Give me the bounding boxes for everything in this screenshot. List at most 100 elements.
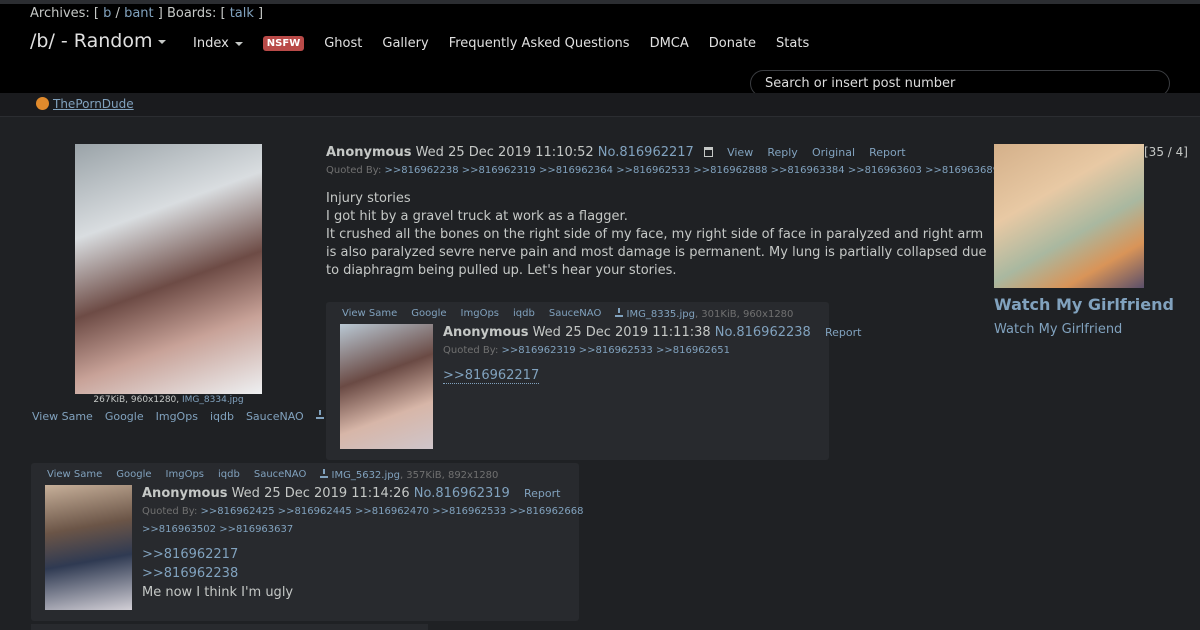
- reply1-tool-saucenao[interactable]: SauceNAO: [549, 308, 601, 320]
- nav-gallery[interactable]: Gallery: [382, 36, 428, 51]
- reply2-tool-imgops[interactable]: ImgOps: [166, 469, 204, 481]
- quote-link[interactable]: >>816962319: [462, 165, 536, 176]
- reply1-tool-imgops[interactable]: ImgOps: [461, 308, 499, 320]
- reply2-tool-view-same[interactable]: View Same: [47, 469, 102, 481]
- op-tool-google[interactable]: Google: [105, 410, 144, 423]
- reply1-tool-google[interactable]: Google: [411, 308, 446, 320]
- nav-index[interactable]: Index: [193, 36, 243, 51]
- quote-link[interactable]: >>816962238: [385, 165, 459, 176]
- quote-link[interactable]: >>816962470: [355, 506, 429, 517]
- nav-faq[interactable]: Frequently Asked Questions: [449, 36, 630, 51]
- ad-bar: ThePornDude: [0, 93, 1200, 117]
- reply1-tool-iqdb[interactable]: iqdb: [513, 308, 535, 320]
- op-filename-link[interactable]: IMG_8334.jpg: [182, 395, 244, 405]
- board-link-talk[interactable]: talk: [230, 6, 254, 21]
- reply1-image-tools: View Same Google ImgOps iqdb SauceNAO IM…: [342, 308, 794, 320]
- quote-link[interactable]: >>816962533: [432, 506, 506, 517]
- quote-link[interactable]: >>816962425: [201, 506, 275, 517]
- op-tool-saucenao[interactable]: SauceNAO: [246, 410, 304, 423]
- op-action-view[interactable]: View: [727, 146, 753, 159]
- quote-link[interactable]: >>816962888: [693, 165, 767, 176]
- poster-name: Anonymous: [443, 325, 529, 340]
- post-number[interactable]: No.816962319: [414, 486, 510, 501]
- reply1-thumbnail[interactable]: [340, 324, 433, 449]
- main-nav: Index NSFW Ghost Gallery Frequently Aske…: [193, 36, 809, 51]
- poster-name: Anonymous: [142, 486, 228, 501]
- op-thumbnail[interactable]: [75, 144, 262, 394]
- nav-ghost[interactable]: Ghost: [324, 36, 362, 51]
- reply2-text: Me now I think I'm ugly: [142, 585, 294, 600]
- op-image-tools: View Same Google ImgOps iqdb SauceNAO: [32, 410, 324, 423]
- nav-donate[interactable]: Donate: [709, 36, 756, 51]
- reply1-tool-view-same[interactable]: View Same: [342, 308, 397, 320]
- reply-post-816962238: View Same Google ImgOps iqdb SauceNAO IM…: [326, 302, 861, 460]
- op-fileinfo: 267KiB, 960x1280, IMG_8334.jpg: [93, 395, 244, 405]
- quote-link[interactable]: >>816962533: [579, 345, 653, 356]
- op-quoted-by: Quoted By: >>816962238 >>816962319 >>816…: [326, 165, 1000, 176]
- quote-link[interactable]: >>816963384: [771, 165, 845, 176]
- top-ad-link[interactable]: ThePornDude: [36, 97, 134, 111]
- op-text-line: It crushed all the bones on the right si…: [326, 227, 987, 278]
- post-number[interactable]: No.816962238: [715, 325, 811, 340]
- side-ad-subtitle[interactable]: Watch My Girlfriend: [994, 322, 1122, 337]
- reply2-header: Anonymous Wed 25 Dec 2019 11:14:26 No.81…: [142, 486, 560, 501]
- quote-link[interactable]: >>816962445: [278, 506, 352, 517]
- op-body: Injury stories I got hit by a gravel tru…: [326, 190, 991, 280]
- next-reply-stub: [31, 624, 428, 630]
- reply2-filename-link[interactable]: IMG_5632.jpg: [332, 470, 400, 481]
- reply2-tool-google[interactable]: Google: [116, 469, 151, 481]
- archive-link-bant[interactable]: bant: [124, 6, 154, 21]
- download-icon[interactable]: [315, 410, 324, 419]
- nav-stats[interactable]: Stats: [776, 36, 809, 51]
- side-ad-title[interactable]: Watch My Girlfriend: [994, 295, 1174, 314]
- post-date: Wed 25 Dec 2019 11:11:38: [532, 325, 711, 340]
- reply2-tool-iqdb[interactable]: iqdb: [218, 469, 240, 481]
- op-text-line: I got hit by a gravel truck at work as a…: [326, 209, 628, 224]
- quote-link[interactable]: >>816962668: [509, 506, 583, 517]
- reply2-thumbnail[interactable]: [45, 485, 132, 610]
- reply1-header: Anonymous Wed 25 Dec 2019 11:11:38 No.81…: [443, 325, 861, 340]
- side-ad-image[interactable]: [994, 144, 1144, 288]
- reply2-quoted-by-cont: >>816963502 >>816963637: [142, 524, 293, 535]
- op-action-original[interactable]: Original: [812, 146, 855, 159]
- quote-link[interactable]: >>816962651: [656, 345, 730, 356]
- quote-link[interactable]: >>816962533: [616, 165, 690, 176]
- op-text-line: Injury stories: [326, 191, 411, 206]
- top-bar: Archives: [ b / bant ] Boards: [ talk ] …: [0, 0, 1200, 97]
- ad-logo-icon: [36, 97, 49, 110]
- reply2-quote[interactable]: >>816962217: [142, 547, 238, 562]
- archive-link-b[interactable]: b: [103, 6, 111, 21]
- reply2-quote[interactable]: >>816962238: [142, 566, 238, 581]
- nsfw-badge: NSFW: [262, 36, 305, 51]
- download-icon[interactable]: [615, 308, 624, 317]
- quote-link[interactable]: >>816963689: [925, 165, 999, 176]
- reply1-quote[interactable]: >>816962217: [443, 368, 540, 384]
- op-tool-imgops[interactable]: ImgOps: [156, 410, 198, 423]
- download-icon[interactable]: [320, 469, 329, 478]
- reply1-report[interactable]: Report: [825, 326, 861, 339]
- nav-dmca[interactable]: DMCA: [650, 36, 689, 51]
- chevron-down-icon: [234, 41, 243, 46]
- reply2-quoted-by: Quoted By: >>816962425 >>816962445 >>816…: [142, 506, 584, 517]
- reply1-quoted-by: Quoted By: >>816962319 >>816962533 >>816…: [443, 345, 731, 356]
- op-tool-iqdb[interactable]: iqdb: [210, 410, 234, 423]
- post-number[interactable]: No.816962217: [598, 145, 694, 160]
- reply2-image-tools: View Same Google ImgOps iqdb SauceNAO IM…: [47, 469, 499, 481]
- reply-post-816962319: View Same Google ImgOps iqdb SauceNAO IM…: [31, 463, 583, 621]
- quote-link[interactable]: >>816963637: [219, 524, 293, 535]
- board-title[interactable]: /b/ - Random: [30, 30, 167, 52]
- quote-link[interactable]: >>816963502: [142, 524, 216, 535]
- reply1-filename-link[interactable]: IMG_8335.jpg: [627, 309, 695, 320]
- quote-link[interactable]: >>816962319: [502, 345, 576, 356]
- post-date: Wed 25 Dec 2019 11:14:26: [231, 486, 410, 501]
- chevron-down-icon: [158, 39, 167, 44]
- quote-link[interactable]: >>816963603: [848, 165, 922, 176]
- reply2-report[interactable]: Report: [524, 487, 560, 500]
- archives-line: Archives: [ b / bant ] Boards: [ talk ]: [30, 6, 264, 21]
- op-action-report[interactable]: Report: [869, 146, 905, 159]
- op-tool-view-same[interactable]: View Same: [32, 410, 93, 423]
- op-action-reply[interactable]: Reply: [767, 146, 797, 159]
- reply2-tool-saucenao[interactable]: SauceNAO: [254, 469, 306, 481]
- quote-link[interactable]: >>816962364: [539, 165, 613, 176]
- trash-icon[interactable]: [703, 147, 713, 157]
